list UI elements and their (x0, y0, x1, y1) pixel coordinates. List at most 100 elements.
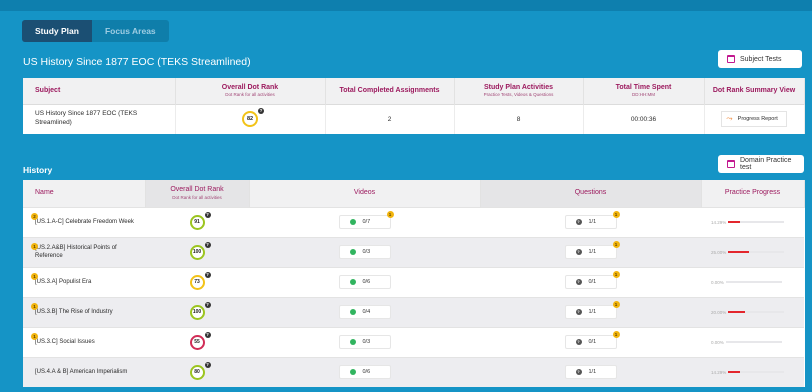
col-total-time: Total Time Spent DD:HH:MM (583, 78, 705, 104)
videos-count: 0/3 (362, 339, 371, 345)
col-overall-dot-rank: Overall Dot Rank Dot Rank for all activit… (175, 78, 326, 104)
topic-cell: 1 [US.3.A] Populist Era (23, 266, 145, 297)
progress-bar (725, 281, 782, 283)
section-title-history: History (23, 165, 53, 175)
topic-cell: 1 [US.3.B] The Rise of Industry (23, 296, 145, 327)
table-row[interactable]: [US.4.A & B] American Imperialism 80? 0/6?… (23, 356, 804, 387)
progress-bar (728, 221, 785, 223)
table-row[interactable]: 1 [US.3.A] Populist Era 73? 0/6? 0/1 1 0.00% (23, 266, 804, 297)
question-icon: ? (575, 249, 582, 255)
questions-button[interactable]: ? 0/1 1 (564, 271, 620, 289)
progress-bar (728, 371, 785, 374)
notification-badge: 1 (386, 211, 394, 218)
notification-badge: 1 (31, 302, 38, 310)
question-icon: ? (575, 219, 582, 225)
topic-name[interactable]: [US.3.B] The Rise of Industry (35, 309, 113, 315)
help-icon[interactable]: ? (204, 271, 211, 278)
help-icon[interactable]: ? (204, 361, 211, 368)
questions-button[interactable]: ? 1/1 1 (564, 301, 620, 319)
table-row: US History Since 1877 EOC (TEKS Streamli… (23, 103, 805, 134)
activities-count: 8 (454, 103, 584, 134)
help-icon[interactable]: ? (258, 108, 264, 115)
notification-badge: 1 (612, 331, 620, 338)
dot-rank-value: 100 (189, 244, 205, 260)
history-table: Name Overall Dot Rank Dot Rank for all ac… (23, 180, 805, 387)
videos-button[interactable]: 0/4 (338, 305, 391, 319)
notification-badge: 1 (612, 241, 620, 248)
videos-count: 0/3 (362, 249, 371, 255)
tab-focus-areas[interactable]: Focus Areas (92, 20, 169, 42)
top-strip (0, 0, 812, 11)
trend-chart-icon: ⤳ (726, 114, 733, 124)
topic-name[interactable]: [US.2.A&B] Historical Points of Referenc… (35, 245, 117, 259)
subject-tests-button[interactable]: Subject Tests (718, 50, 802, 68)
tab-study-plan[interactable]: Study Plan (22, 20, 92, 42)
practice-progress: 14.29% (701, 220, 804, 225)
topic-name[interactable]: [US.1.A-C] Celebrate Freedom Week (35, 219, 134, 225)
practice-percent: 20.00% (711, 309, 727, 315)
play-icon (349, 219, 356, 225)
help-icon[interactable]: ? (204, 241, 211, 248)
play-icon (349, 249, 356, 255)
col-dot-rank-summary: Dot Rank Summary View (704, 78, 805, 104)
topic-name[interactable]: [US.3.C] Social Issues (35, 339, 95, 345)
dot-rank[interactable]: 100? (189, 241, 211, 260)
questions-button[interactable]: ? 1/1 (564, 365, 617, 380)
notification-badge: 1 (612, 211, 620, 218)
dot-rank[interactable]: 82 ? (242, 108, 264, 128)
domain-practice-button[interactable]: Domain Practice test (718, 155, 804, 173)
col-questions: Questions (480, 180, 702, 207)
topic-cell: [US.4.A & B] American Imperialism (23, 356, 145, 387)
col-practice-progress: Practice Progress (701, 180, 805, 207)
practice-progress: 20.00% (701, 310, 804, 315)
dot-rank[interactable]: 100? (189, 301, 211, 320)
videos-count: 0/7 (362, 219, 371, 225)
col-total-completed: Total Completed Assignments (325, 78, 455, 104)
help-icon[interactable]: ? (204, 211, 211, 218)
dot-rank-value: 73 (189, 274, 205, 290)
questions-button[interactable]: ? 0/1 1 (564, 331, 620, 349)
notification-badge: 1 (612, 271, 620, 278)
help-icon[interactable]: ? (204, 301, 211, 308)
progress-bar (728, 251, 785, 253)
notification-badge: 1 (612, 301, 620, 308)
table-row[interactable]: 1 [US.3.C] Social Issues 55? 0/3? 0/1 1 0.00% (23, 326, 804, 357)
dot-rank[interactable]: 91? (189, 211, 211, 230)
dot-rank-value: 55 (189, 334, 205, 350)
dot-rank[interactable]: 55? (189, 331, 211, 350)
videos-button[interactable]: 0/3 (338, 245, 391, 259)
col-study-plan-activities: Study Plan Activities Practice Tests, Vid… (454, 78, 584, 104)
progress-report-button[interactable]: ⤳ Progress Report (721, 111, 787, 128)
play-icon (349, 339, 356, 345)
completed-count: 2 (325, 103, 455, 134)
topic-cell: 1 [US.3.C] Social Issues (23, 326, 145, 357)
col-videos: Videos (249, 180, 481, 207)
practice-percent: 0.00% (711, 279, 724, 285)
table-row[interactable]: 1 [US.2.A&B] Historical Points of Referen… (23, 236, 804, 267)
table-row[interactable]: 2 [US.1.A-C] Celebrate Freedom Week 91? 0/7… (23, 206, 804, 237)
topic-name[interactable]: [US.4.A & B] American Imperialism (35, 369, 127, 375)
calendar-icon (727, 160, 735, 168)
notification-badge: 2 (31, 212, 38, 220)
questions-button[interactable]: ? 1/1 1 (564, 241, 620, 259)
topic-cell: 1 [US.2.A&B] Historical Points of Referen… (23, 236, 145, 267)
dot-rank[interactable]: 80? (189, 361, 211, 380)
videos-button[interactable]: 0/3 (338, 335, 391, 349)
subject-tests-label: Subject Tests (740, 55, 782, 63)
videos-button[interactable]: 0/6 (338, 365, 391, 380)
help-icon[interactable]: ? (204, 331, 211, 338)
table-row[interactable]: 1 [US.3.B] The Rise of Industry 100? 0/4? 1/… (23, 296, 804, 327)
questions-button[interactable]: ? 1/1 1 (564, 211, 620, 229)
calendar-icon (727, 55, 735, 63)
videos-count: 0/6 (362, 369, 371, 376)
dot-rank[interactable]: 73? (189, 271, 211, 290)
practice-progress: 25.00% (701, 250, 804, 255)
topic-name[interactable]: [US.3.A] Populist Era (35, 279, 91, 285)
progress-fill (728, 221, 741, 223)
videos-button[interactable]: 0/6 (338, 275, 391, 289)
practice-progress: 0.00% (701, 340, 804, 345)
videos-button[interactable]: 0/7 1 (338, 211, 394, 229)
questions-count: 1/1 (588, 309, 597, 315)
subject-summary-table: Subject Overall Dot Rank Dot Rank for all… (23, 78, 805, 134)
videos-count: 0/6 (362, 279, 371, 285)
